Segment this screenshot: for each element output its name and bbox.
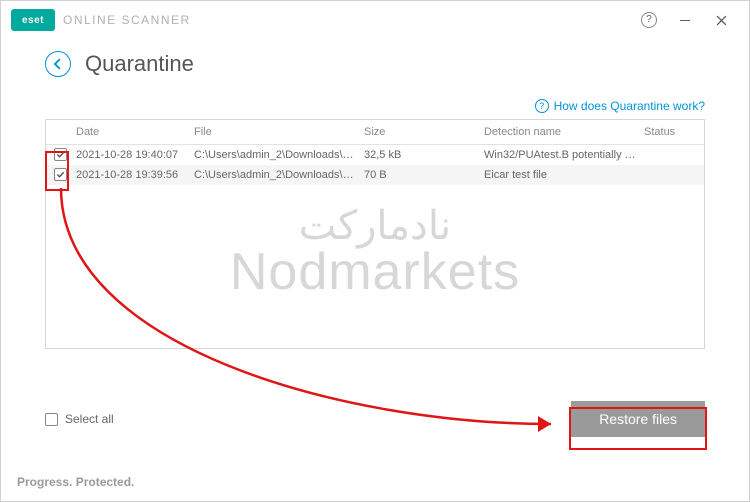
minimize-icon[interactable]	[667, 5, 703, 35]
close-icon[interactable]	[703, 5, 739, 35]
help-link-label: How does Quarantine work?	[554, 99, 705, 113]
col-date[interactable]: Date	[72, 120, 190, 145]
row-checkbox[interactable]	[54, 148, 67, 161]
cell-date: 2021-10-28 19:40:07	[72, 145, 190, 166]
back-button[interactable]	[45, 51, 71, 77]
cell-status	[640, 145, 704, 166]
col-size[interactable]: Size	[360, 120, 480, 145]
info-icon: ?	[535, 99, 549, 113]
col-detection[interactable]: Detection name	[480, 120, 640, 145]
page-header: Quarantine	[1, 39, 749, 81]
restore-files-button[interactable]: Restore files	[571, 401, 705, 437]
table-row[interactable]: 2021-10-28 19:39:56 C:\Users\admin_2\Dow…	[46, 165, 704, 185]
cell-status	[640, 165, 704, 185]
titlebar: eset ONLINE SCANNER ?	[1, 1, 749, 39]
cell-file: C:\Users\admin_2\Downloads\Po...	[190, 145, 360, 166]
footer-tagline: Progress. Protected.	[17, 475, 134, 489]
cell-date: 2021-10-28 19:39:56	[72, 165, 190, 185]
eset-logo: eset	[11, 9, 55, 31]
how-quarantine-works-link[interactable]: ? How does Quarantine work?	[535, 99, 705, 113]
cell-detection: Win32/PUAtest.B potentially unw...	[480, 145, 640, 166]
col-file[interactable]: File	[190, 120, 360, 145]
cell-file: C:\Users\admin_2\Downloads\ei...	[190, 165, 360, 185]
app-name: ONLINE SCANNER	[63, 13, 191, 27]
select-all-label: Select all	[65, 412, 114, 426]
quarantine-table: Date File Size Detection name Status 202…	[45, 119, 705, 349]
cell-size: 70 B	[360, 165, 480, 185]
cell-detection: Eicar test file	[480, 165, 640, 185]
select-all-checkbox[interactable]: Select all	[45, 412, 114, 426]
checkbox-icon	[45, 413, 58, 426]
table-row[interactable]: 2021-10-28 19:40:07 C:\Users\admin_2\Dow…	[46, 145, 704, 166]
page-title: Quarantine	[85, 51, 194, 77]
cell-size: 32,5 kB	[360, 145, 480, 166]
help-icon[interactable]: ?	[641, 12, 657, 28]
col-status[interactable]: Status	[640, 120, 704, 145]
col-check	[46, 120, 72, 145]
row-checkbox[interactable]	[54, 168, 67, 181]
